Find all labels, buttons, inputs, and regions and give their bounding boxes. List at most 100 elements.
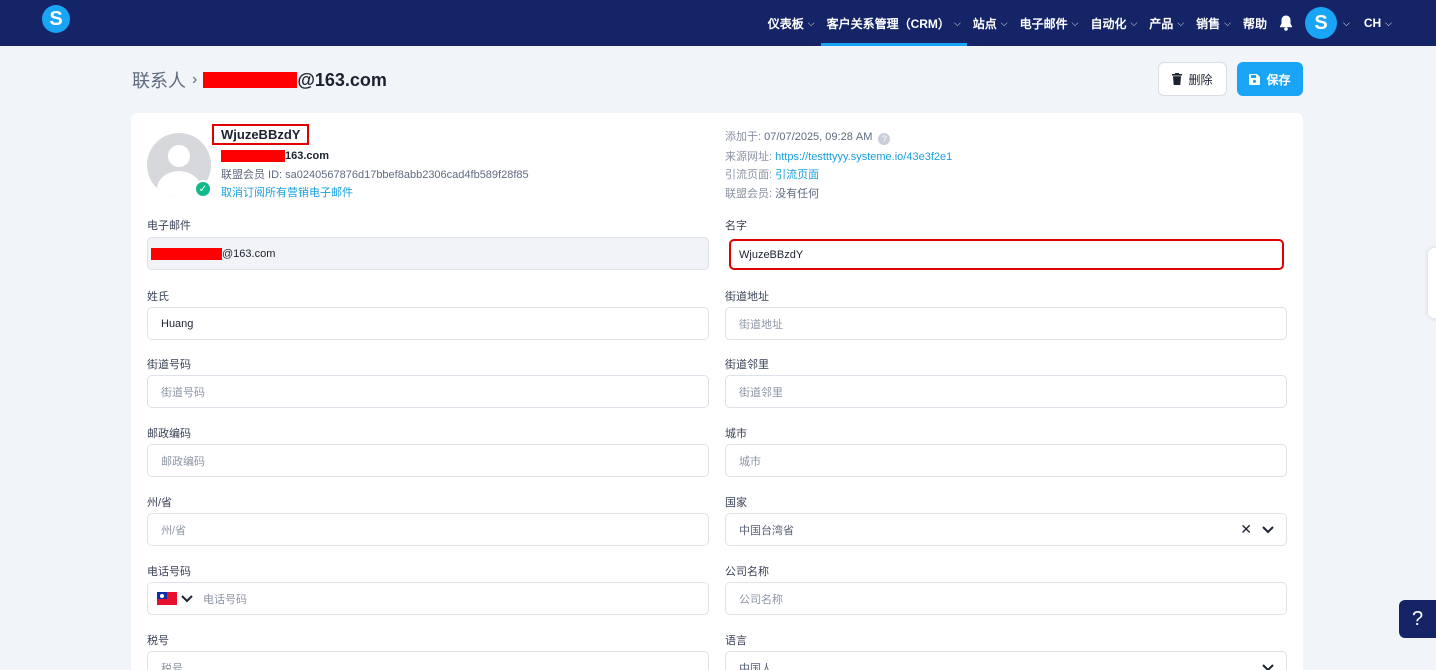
side-panel-tab[interactable] <box>1428 248 1436 318</box>
nav-help-label: 帮助 <box>1242 16 1267 31</box>
contact-email-suffix: 163.com <box>285 150 330 162</box>
chevron-down-icon: ⌵ <box>1130 17 1138 28</box>
check-icon: ✓ <box>194 180 212 198</box>
state-field[interactable]: 州/省 <box>147 513 709 546</box>
first-name-value: WjuzeBBzdY <box>739 248 804 261</box>
chevron-down-icon: ⌵ <box>1224 17 1231 28</box>
language-field-label: 语言 <box>725 635 747 647</box>
meta-source: 来源网址: https://testttyyy.systeme.io/43e3f… <box>725 148 952 164</box>
nav-crm-label: 客户关系管理（CRM） <box>826 16 950 31</box>
city-field[interactable]: 城市 <box>725 444 1287 477</box>
neighborhood-field[interactable]: 街道邻里 <box>725 375 1287 408</box>
meta-affiliate-value: 没有任何 <box>775 188 820 200</box>
first-name-label: 名字 <box>725 220 747 232</box>
chevron-down-icon[interactable] <box>1262 525 1274 534</box>
last-name-field[interactable]: Huang <box>147 307 709 340</box>
nav-email[interactable]: 电子邮件 ⌵ <box>1014 0 1085 46</box>
postal-code-field[interactable]: 邮政编码 <box>147 444 709 477</box>
street-address-placeholder: 街道地址 <box>739 318 783 331</box>
language-value: 中国人 <box>739 662 772 670</box>
floppy-disk-icon <box>1249 73 1261 85</box>
meta-affiliate: 联盟会员: 没有任何 <box>725 185 819 201</box>
country-select[interactable]: 中国台湾省 ✕ <box>725 513 1287 546</box>
user-avatar[interactable]: S <box>1305 7 1337 39</box>
meta-added-value: 07/07/2025, 09:28 AM <box>764 131 873 143</box>
affiliate-id: 联盟会员 ID: sa0240567876d17bbef8abb2306cad4… <box>221 169 529 181</box>
nav-crm[interactable]: 客户关系管理（CRM） ⌵ <box>820 0 967 46</box>
nav-sites[interactable]: 站点 ⌵ <box>967 0 1014 46</box>
nav-sales[interactable]: 销售 ⌵ <box>1190 0 1237 46</box>
email-label: 电子邮件 <box>147 220 191 232</box>
referral-page-link[interactable]: 引流页面 <box>775 169 819 181</box>
company-placeholder: 公司名称 <box>739 593 783 606</box>
tax-field[interactable]: 税号 <box>147 651 709 670</box>
trash-icon <box>1172 73 1183 85</box>
phone-placeholder: 电话号码 <box>203 593 247 606</box>
chevron-down-icon: ⌵ <box>1385 17 1392 28</box>
nav-products-label: 产品 <box>1149 16 1174 31</box>
language-label: CH <box>1363 16 1382 30</box>
nav-sites-label: 站点 <box>972 16 997 31</box>
phone-label: 电话号码 <box>147 566 191 578</box>
nav-sales-label: 销售 <box>1196 16 1221 31</box>
street-address-field[interactable]: 街道地址 <box>725 307 1287 340</box>
chevron-down-icon[interactable] <box>181 594 193 603</box>
chevron-down-icon: ⌵ <box>1071 17 1079 28</box>
redaction-box <box>221 150 285 162</box>
company-field[interactable]: 公司名称 <box>725 582 1287 615</box>
meta-affiliate-label: 联盟会员: <box>725 188 773 200</box>
logo[interactable]: S <box>42 5 70 33</box>
clear-icon[interactable]: ✕ <box>1240 521 1252 538</box>
postal-code-label: 邮政编码 <box>147 428 191 440</box>
street-number-placeholder: 街道号码 <box>161 386 205 399</box>
meta-added-label: 添加于: <box>725 131 762 143</box>
meta-referral: 引流页面: 引流页面 <box>725 166 819 182</box>
help-button[interactable]: ? <box>1399 600 1436 638</box>
chevron-down-icon: ⌵ <box>1000 17 1008 28</box>
taiwan-flag-icon[interactable] <box>157 592 177 605</box>
contact-name: WjuzeBBzdY <box>212 124 310 145</box>
save-button[interactable]: 保存 <box>1237 62 1303 96</box>
breadcrumb-contacts[interactable]: 联系人 <box>132 67 186 93</box>
meta-referral-label: 引流页面: <box>725 169 773 181</box>
meta-source-label: 来源网址: <box>725 151 773 163</box>
language-select[interactable]: 中国人 <box>725 651 1287 670</box>
state-label: 州/省 <box>147 497 173 509</box>
email-field-suffix: @163.com <box>222 247 276 260</box>
email-field[interactable]: @163.com <box>147 237 709 270</box>
chevron-down-icon[interactable]: ⌵ <box>1337 0 1358 46</box>
street-address-label: 街道地址 <box>725 291 769 303</box>
bell-icon[interactable] <box>1273 0 1305 46</box>
tax-placeholder: 税号 <box>161 662 183 670</box>
breadcrumb-current: @163.com <box>203 70 387 91</box>
delete-button[interactable]: 删除 <box>1158 62 1227 96</box>
nav-dashboard-label: 仪表板 <box>767 16 804 31</box>
company-label: 公司名称 <box>725 566 769 578</box>
contact-card: ✓ WjuzeBBzdY 163.com 联盟会员 ID: sa02405678… <box>131 113 1303 670</box>
save-label: 保存 <box>1266 72 1291 87</box>
nav-automation[interactable]: 自动化 ⌵ <box>1084 0 1143 46</box>
first-name-field[interactable]: WjuzeBBzdY <box>729 239 1284 270</box>
chevron-down-icon: ⌵ <box>1177 17 1185 28</box>
nav-products[interactable]: 产品 ⌵ <box>1143 0 1190 46</box>
chevron-down-icon: ⌵ <box>807 17 815 28</box>
last-name-label: 姓氏 <box>147 291 169 303</box>
source-url-link[interactable]: https://testttyyy.systeme.io/43e3f2e1 <box>775 151 952 163</box>
delete-label: 删除 <box>1188 72 1213 87</box>
street-number-field[interactable]: 街道号码 <box>147 375 709 408</box>
redaction-box <box>203 71 298 88</box>
tax-label: 税号 <box>147 635 169 647</box>
chevron-down-icon[interactable] <box>1262 663 1274 670</box>
language-switcher[interactable]: CH ⌵ <box>1358 0 1436 46</box>
top-navbar: S 仪表板 ⌵ 客户关系管理（CRM） ⌵ 站点 ⌵ 电子邮件 ⌵ 自动化 ⌵ 产品 ⌵ 销… <box>0 0 1436 46</box>
street-number-label: 街道号码 <box>147 359 191 371</box>
nav-dashboard[interactable]: 仪表板 ⌵ <box>762 0 821 46</box>
phone-field[interactable]: 电话号码 <box>147 582 709 615</box>
main-nav: 仪表板 ⌵ 客户关系管理（CRM） ⌵ 站点 ⌵ 电子邮件 ⌵ 自动化 ⌵ 产品 ⌵ 销售 ⌵… <box>762 0 1436 46</box>
info-icon[interactable]: ? <box>878 133 891 145</box>
state-placeholder: 州/省 <box>161 524 187 537</box>
nav-help[interactable]: 帮助 <box>1237 0 1273 46</box>
contact-email: 163.com <box>221 150 329 162</box>
meta-added: 添加于: 07/07/2025, 09:28 AM? <box>725 128 891 145</box>
unsubscribe-link[interactable]: 取消订阅所有营销电子邮件 <box>221 184 353 200</box>
